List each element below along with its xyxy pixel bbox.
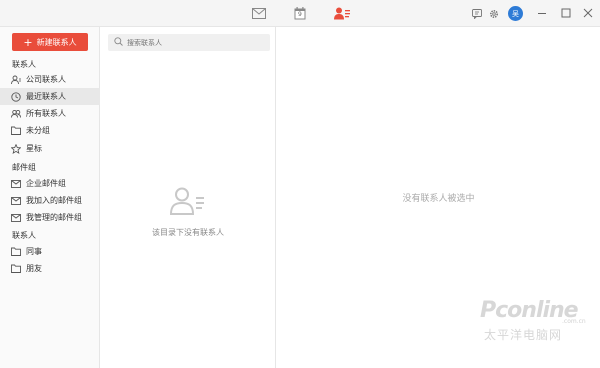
sidebar-item-ungrouped[interactable]: 未分组 — [0, 122, 100, 139]
calendar-day: 9 — [298, 11, 302, 18]
star-icon — [11, 143, 21, 154]
clock-icon — [11, 91, 21, 102]
sidebar-item-label: 我加入的邮件组 — [26, 196, 82, 205]
mail-group-icon — [11, 179, 21, 189]
sidebar-item-enterprise-mail-group[interactable]: 企业邮件组 — [0, 175, 100, 192]
sidebar-item-label: 我管理的邮件组 — [26, 213, 82, 222]
search-input[interactable] — [127, 38, 257, 47]
calendar-icon[interactable]: 9 — [291, 5, 309, 22]
sidebar-item-label: 企业邮件组 — [26, 179, 66, 188]
sidebar-item-friends[interactable]: 朋友 — [0, 260, 100, 277]
sidebar-item-company-contacts[interactable]: 公司联系人 — [0, 71, 100, 88]
search-icon — [114, 37, 123, 48]
empty-contacts-icon — [169, 187, 206, 217]
avatar[interactable]: 吴 — [508, 6, 523, 21]
company-contacts-icon — [11, 75, 21, 85]
sidebar-item-label: 朋友 — [26, 264, 42, 273]
search-box[interactable] — [108, 34, 270, 51]
sidebar-item-all-contacts[interactable]: 所有联系人 — [0, 105, 100, 122]
empty-list-message: 该目录下没有联系人 — [152, 228, 224, 237]
chat-icon[interactable] — [468, 5, 486, 22]
folder-icon — [11, 126, 21, 136]
folder-icon — [11, 247, 21, 257]
sidebar-item-label: 所有联系人 — [26, 109, 66, 118]
mail-group-icon — [11, 213, 21, 223]
section-mail-groups: 邮件组 — [12, 163, 36, 172]
title-bar: 9 吴 — [0, 0, 600, 27]
minimize-icon[interactable] — [537, 7, 547, 21]
new-contact-button[interactable]: + 新建联系人 — [12, 33, 88, 51]
close-icon[interactable] — [583, 8, 593, 20]
sidebar-item-label: 公司联系人 — [26, 75, 66, 84]
sidebar-item-managed-mail-groups[interactable]: 我管理的邮件组 — [0, 209, 100, 226]
contact-list-pane: 该目录下没有联系人 — [100, 27, 276, 368]
watermark-logo: Pconline .com.cn 太平洋电脑网 — [480, 298, 590, 348]
sidebar-item-recent-contacts[interactable]: 最近联系人 — [0, 88, 100, 105]
sidebar-item-label: 星标 — [26, 144, 42, 153]
sidebar-item-starred[interactable]: 星标 — [0, 140, 100, 157]
folder-icon — [11, 264, 21, 274]
mail-group-icon — [11, 196, 21, 206]
mail-icon[interactable] — [250, 5, 268, 22]
settings-icon[interactable] — [485, 5, 503, 22]
plus-icon: + — [23, 35, 33, 49]
sidebar-item-label: 同事 — [26, 247, 42, 256]
sidebar-item-joined-mail-groups[interactable]: 我加入的邮件组 — [0, 192, 100, 209]
section-contact-groups: 联系人 — [12, 231, 36, 240]
maximize-icon[interactable] — [561, 8, 571, 20]
sidebar-item-label: 最近联系人 — [26, 92, 66, 101]
contacts-icon[interactable] — [333, 5, 351, 22]
new-contact-label: 新建联系人 — [36, 37, 77, 47]
watermark-domain: .com.cn — [562, 318, 586, 325]
all-contacts-icon — [11, 109, 21, 119]
watermark-tagline: 太平洋电脑网 — [484, 328, 563, 342]
no-selection-message: 没有联系人被选中 — [402, 194, 475, 204]
sidebar-item-colleagues[interactable]: 同事 — [0, 243, 100, 260]
section-contacts: 联系人 — [12, 60, 36, 69]
sidebar: + 新建联系人 联系人 公司联系人 最近联系人 所有联系人 未分组 星标 邮件组 — [0, 27, 100, 368]
sidebar-item-label: 未分组 — [26, 126, 50, 135]
